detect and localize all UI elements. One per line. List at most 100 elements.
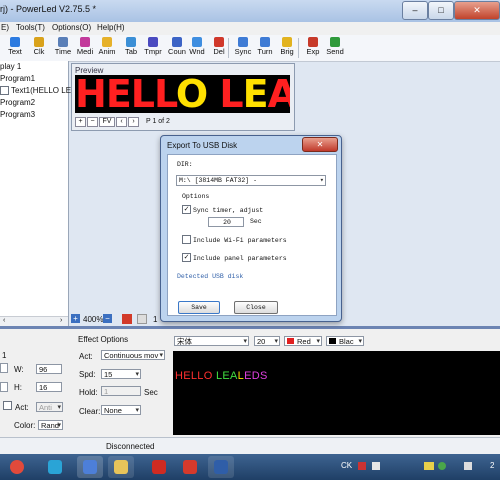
page-indicator: P 1 of 2 <box>145 118 170 125</box>
tray-notification-icon[interactable] <box>424 462 434 470</box>
tray-status-icon[interactable] <box>438 462 446 470</box>
field1-label: 1 <box>2 351 7 360</box>
turn-icon <box>260 37 270 47</box>
prev-page-icon[interactable]: ‹ <box>116 117 127 127</box>
toolbar-wnd-button[interactable]: Wnd <box>186 36 208 60</box>
tree-item-program1[interactable]: Program1 <box>0 74 35 83</box>
prop-act-select[interactable]: Anti <box>36 402 63 412</box>
hold-field[interactable]: 1 <box>101 386 141 396</box>
toolbar-send-label: Send <box>326 47 344 56</box>
minimize-button[interactable]: – <box>402 1 428 20</box>
taskbar-pdf2[interactable] <box>177 456 203 478</box>
editor-text-segment: EDS <box>244 370 268 382</box>
tab-icon <box>126 37 136 47</box>
taskbar-app-chrome[interactable] <box>4 456 30 478</box>
bg-color-select[interactable]: Blac <box>326 336 364 346</box>
sync-timer-field[interactable]: 20 <box>208 217 244 227</box>
toolbar-tab-button[interactable]: Tab <box>120 36 142 60</box>
font-size-select[interactable]: 20 <box>254 336 280 346</box>
maximize-button[interactable]: □ <box>428 1 454 20</box>
led-char: O <box>175 75 208 113</box>
toolbar-turn-label: Turn <box>257 47 273 56</box>
text-color-select[interactable]: Red <box>284 336 322 346</box>
menu-help[interactable]: Help(H) <box>97 23 125 32</box>
toolbar-text-button[interactable]: Text <box>4 36 26 60</box>
include-panel-checkbox[interactable]: ✓ <box>182 253 191 263</box>
y-field[interactable] <box>0 382 8 392</box>
include-wifi-checkbox[interactable] <box>182 235 191 245</box>
toolbar-time-button[interactable]: Time <box>52 36 74 60</box>
taskbar-app-g[interactable] <box>42 456 68 478</box>
toolbar-brig-button[interactable]: Brig <box>276 36 298 60</box>
chrome-icon <box>10 460 24 474</box>
preview-panel: Preview HELLO LEA + − FV ‹ › P 1 of 2 <box>71 63 295 131</box>
text1-checkbox[interactable] <box>0 86 9 96</box>
menu-options[interactable]: Options(O) <box>52 23 91 32</box>
dialog-close-button[interactable]: ✕ <box>302 137 338 152</box>
anim-icon <box>102 37 112 47</box>
editor-text-segment: LEA <box>215 370 238 382</box>
toolbar-anim-button[interactable]: Anim <box>96 36 118 60</box>
toolbar-coun-button[interactable]: Coun <box>166 36 188 60</box>
width-field[interactable]: 96 <box>36 364 62 374</box>
toolbar-del-button[interactable]: Del <box>208 36 230 60</box>
toolbar-exp-button[interactable]: Exp <box>302 36 324 60</box>
menu-edit[interactable]: E) <box>1 23 9 32</box>
play-icon[interactable] <box>122 314 132 324</box>
save-button[interactable]: Save <box>178 301 220 314</box>
dir-select[interactable]: M:\ [3814MB FAT32] - <box>176 175 326 186</box>
effect-act-select[interactable]: Continuous mov <box>101 350 165 360</box>
language-indicator[interactable]: CK <box>341 461 352 470</box>
zoom-plus-icon[interactable]: + <box>71 314 80 323</box>
toolbar-anim-label: Anim <box>98 47 116 56</box>
tray-keyboard-icon[interactable] <box>372 462 380 470</box>
toolbar-tmpr-button[interactable]: Tmpr <box>142 36 164 60</box>
menu-tools[interactable]: Tools(T) <box>16 23 45 32</box>
app-blue-icon <box>83 460 97 474</box>
font-select[interactable]: 宋体 <box>174 336 249 346</box>
led-char: L <box>219 75 243 113</box>
fv-button[interactable]: FV <box>99 117 115 127</box>
tree-item-program3[interactable]: Program3 <box>0 110 35 119</box>
close-button[interactable]: ✕ <box>454 1 500 20</box>
toolbar-turn-button[interactable]: Turn <box>254 36 276 60</box>
include-panel-label: Include panel parameters <box>193 255 287 262</box>
clear-select[interactable]: None <box>101 405 141 415</box>
taskbar-folder[interactable] <box>108 456 134 478</box>
toolbar-medi-button[interactable]: Medi <box>74 36 96 60</box>
x-field[interactable] <box>0 363 8 373</box>
toolbar-sync-button[interactable]: Sync <box>232 36 254 60</box>
zoom-in-icon[interactable]: + <box>75 117 86 127</box>
zoom-bar: + 400% − 1 <box>69 313 164 326</box>
tree-item-play[interactable]: play 1 <box>0 62 21 71</box>
led-char: A <box>267 75 290 113</box>
next-page-icon[interactable]: › <box>128 117 139 127</box>
tree-horizontal-scrollbar[interactable]: ‹ › <box>0 316 68 326</box>
dialog-close-btn[interactable]: Close <box>234 301 278 314</box>
wnd-icon <box>192 37 202 47</box>
tree-item-program2[interactable]: Program2 <box>0 98 35 107</box>
volume-icon[interactable] <box>464 462 472 470</box>
toolbar-sync-label: Sync <box>234 47 252 56</box>
frame-icon[interactable] <box>137 314 147 324</box>
bg-color-label: Blac <box>339 337 354 346</box>
zoom-out-icon[interactable]: − <box>87 117 98 127</box>
height-field[interactable]: 16 <box>36 382 62 392</box>
act-checkbox[interactable] <box>3 401 12 411</box>
tray-app-icon[interactable] <box>358 462 366 470</box>
taskbar-app-blue[interactable] <box>77 456 103 478</box>
color-select[interactable]: Rand <box>38 420 63 430</box>
toolbar-clk-button[interactable]: Clk <box>28 36 50 60</box>
taskbar-pdf[interactable] <box>146 456 172 478</box>
toolbar-send-button[interactable]: Send <box>324 36 346 60</box>
coun-icon <box>172 37 182 47</box>
speed-label: Spd: <box>79 370 96 379</box>
scroll-right-icon[interactable]: › <box>60 317 62 324</box>
text-editor[interactable]: HELLO LEALEDS <box>173 351 500 435</box>
scroll-left-icon[interactable]: ‹ <box>3 317 5 324</box>
taskbar-word[interactable] <box>208 456 234 478</box>
sync-timer-checkbox[interactable]: ✓ <box>182 205 191 215</box>
speed-select[interactable]: 15 <box>101 369 141 379</box>
zoom-minus-icon[interactable]: − <box>103 314 112 323</box>
clock[interactable]: 2 <box>490 461 494 470</box>
